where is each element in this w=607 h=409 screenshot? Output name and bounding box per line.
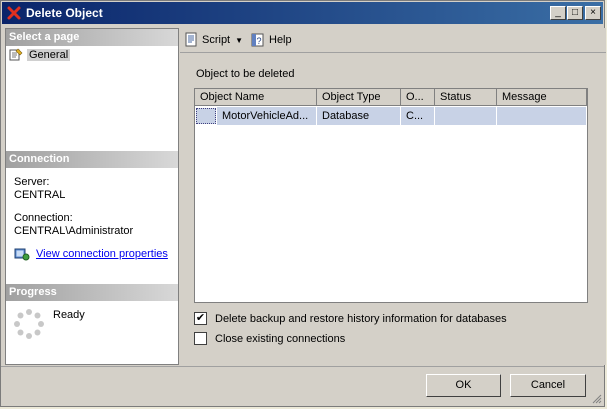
option-delete-history[interactable]: ✔ Delete backup and restore history info… (194, 312, 507, 325)
option-close-connections[interactable]: Close existing connections (194, 332, 345, 345)
help-button[interactable]: ? Help (250, 31, 292, 49)
cell-object-type: Database (317, 107, 401, 125)
cell-message (497, 107, 587, 125)
cell-owner: C... (401, 107, 435, 125)
objects-grid[interactable]: Object Name Object Type O... Status Mess… (194, 88, 588, 303)
close-connections-checkbox[interactable] (194, 332, 207, 345)
connection-label: Connection: (14, 212, 73, 224)
title-bar: Delete Object _ □ × (2, 2, 603, 24)
view-connection-properties-link[interactable]: View connection properties (36, 248, 168, 260)
script-icon (185, 32, 197, 47)
connection-header: Connection (6, 151, 178, 168)
maximize-button[interactable]: □ (567, 6, 583, 20)
col-header-object-name[interactable]: Object Name (195, 89, 317, 106)
delete-history-label: Delete backup and restore history inform… (215, 312, 507, 325)
col-header-object-type[interactable]: Object Type (317, 89, 401, 106)
select-page-header: Select a page (6, 29, 178, 46)
help-label: Help (269, 34, 292, 46)
col-header-owner[interactable]: O... (401, 89, 435, 106)
col-header-message[interactable]: Message (497, 89, 587, 106)
page-item-label: General (27, 48, 71, 61)
delete-object-window: Delete Object _ □ × Select a page Genera… (0, 0, 606, 407)
minimize-button[interactable]: _ (550, 6, 566, 20)
window-title: Delete Object (26, 6, 103, 20)
svg-text:?: ? (256, 36, 261, 46)
cell-object-name: MotorVehicleAd... (217, 107, 317, 125)
cancel-button[interactable]: Cancel (510, 374, 586, 397)
close-button[interactable]: × (585, 6, 601, 20)
close-connections-label: Close existing connections (215, 332, 346, 345)
ok-button[interactable]: OK (426, 374, 501, 397)
progress-header: Progress (6, 284, 178, 301)
cell-status (435, 107, 497, 125)
col-header-status[interactable]: Status (435, 89, 497, 106)
object-to-delete-label: Object to be deleted (196, 68, 295, 80)
right-pane: Script ▼ ? Help Object to be deleted Obj… (180, 28, 606, 365)
row-selector[interactable] (196, 108, 216, 124)
help-icon: ? (251, 33, 264, 47)
dropdown-arrow-icon[interactable]: ▼ (235, 36, 243, 45)
server-label: Server: (14, 176, 50, 188)
footer-divider (1, 366, 604, 367)
script-button[interactable]: Script ▼ (183, 31, 243, 49)
toolbar-divider (180, 52, 606, 53)
left-pane: Select a page General Connection Server:… (5, 28, 179, 365)
page-item-general[interactable]: General (9, 47, 71, 62)
connection-properties-icon (14, 248, 30, 261)
view-connection-properties[interactable]: View connection properties (14, 247, 168, 261)
toolbar: Script ▼ ? Help (180, 28, 606, 52)
progress-spinner-icon (14, 309, 44, 339)
resize-grip-icon[interactable] (590, 392, 602, 404)
delete-history-checkbox[interactable]: ✔ (194, 312, 207, 325)
progress-status: Ready (53, 309, 85, 321)
connection-value: CENTRAL\Administrator (14, 225, 134, 237)
server-value: CENTRAL (14, 189, 66, 201)
page-general-icon (9, 48, 23, 61)
script-label: Script (202, 34, 231, 46)
delete-x-icon (7, 6, 21, 20)
